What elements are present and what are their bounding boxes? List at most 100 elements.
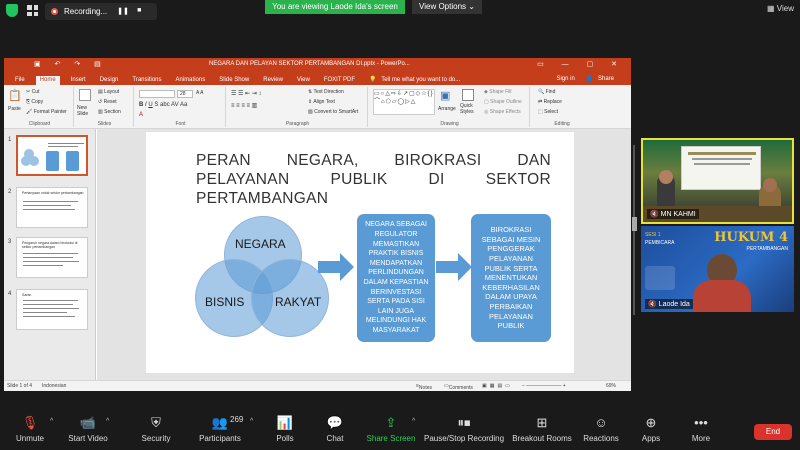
pause-recording-icon[interactable]: ❚❚: [117, 7, 129, 17]
quick-styles-icon[interactable]: [462, 89, 474, 101]
view-mode-buttons[interactable]: ▣▦▤▭: [482, 383, 513, 389]
slide[interactable]: PERAN NEGARA, BIROKRASI DAN PELAYANAN PU…: [146, 132, 574, 373]
menu-view[interactable]: View: [294, 77, 313, 85]
participant-video-laode-ida[interactable]: HUKUM 4 PERTAMBANGAN SESI 1 PEMBICARA 🔇 …: [641, 226, 794, 312]
copy-button[interactable]: ⎘ Copy: [26, 99, 43, 105]
grow-shrink-font[interactable]: A A: [196, 90, 204, 96]
signin-link[interactable]: Sign in: [553, 76, 577, 84]
quick-styles-button[interactable]: Quick Styles: [460, 103, 480, 115]
font-name-box[interactable]: [139, 90, 175, 98]
new-slide-icon[interactable]: [79, 89, 91, 101]
comments-label: Comments: [448, 385, 473, 391]
participants-options-chevron-icon[interactable]: ^: [250, 418, 253, 425]
breakout-label: Breakout Rooms: [512, 434, 572, 443]
view-options-button[interactable]: View Options ⌄: [412, 0, 482, 14]
menu-home[interactable]: Home: [35, 76, 60, 85]
editing-group: 🔍 Find ⇄ Replace ⬚ Select Editing: [532, 87, 592, 127]
zoom-slider[interactable]: − ——————— +: [522, 383, 566, 389]
shape-fill-button[interactable]: ◆ Shape Fill: [484, 89, 511, 95]
menu-insert[interactable]: Insert: [68, 77, 89, 85]
breakout-rooms-button[interactable]: ⊞ Breakout Rooms: [512, 412, 572, 450]
audio-options-chevron-icon[interactable]: ^: [50, 418, 53, 425]
gallery-grid-icon[interactable]: [27, 5, 38, 16]
quick-access-icons[interactable]: ▣ ↶ ↷ ▤: [34, 60, 107, 68]
share-screen-button[interactable]: ⇪ Share Screen: [364, 412, 418, 450]
text-direction-button[interactable]: ⇅ Text Direction: [308, 89, 344, 95]
menu-foxit-pdf[interactable]: FOXIT PDF: [321, 77, 358, 85]
slide-title[interactable]: PERAN NEGARA, BIROKRASI DAN PELAYANAN PU…: [196, 151, 551, 208]
security-shield-icon: ⛨: [151, 415, 161, 430]
arrange-button[interactable]: Arrange: [438, 106, 456, 112]
comments-button[interactable]: ▭ Comments: [444, 383, 473, 391]
font-color-button[interactable]: A: [139, 112, 143, 118]
video-options-chevron-icon[interactable]: ^: [106, 418, 109, 425]
share-options-chevron-icon[interactable]: ^: [412, 418, 415, 425]
notes-button[interactable]: ≡ Notes: [416, 383, 432, 391]
view-button[interactable]: ▦ View: [767, 4, 794, 13]
align-buttons[interactable]: ≡ ≡ ≡ ≡ ▥: [231, 102, 257, 109]
zoom-meeting-toolbar: 🎙 Unmute ^ 📹 Start Video ^ ⛨ Security 👥 …: [0, 412, 800, 450]
security-button[interactable]: ⛨ Security: [136, 412, 176, 450]
slide-thumbnail-3[interactable]: Pengaruh negara dalam birokrasi di sekto…: [16, 237, 88, 278]
menu-transitions[interactable]: Transitions: [129, 77, 164, 85]
venn-label-negara: NEGARA: [235, 237, 286, 251]
chat-button[interactable]: 💬 Chat: [320, 412, 350, 450]
slide-thumbnail-1[interactable]: [16, 135, 88, 176]
regulator-textbox[interactable]: NEGARA SEBAGAI REGULATOR MEMASTIKAN PRAK…: [357, 214, 435, 342]
format-painter-button[interactable]: 🖌 Format Painter: [26, 109, 67, 115]
menu-design[interactable]: Design: [97, 77, 122, 85]
clipboard-group: 📋 Paste ✂ Cut ⎘ Copy 🖌 Format Painter Cl…: [6, 87, 74, 127]
layout-button[interactable]: ▤ Layout: [98, 89, 119, 95]
select-button[interactable]: ⬚ Select: [538, 109, 558, 115]
align-text-label: Align Text: [313, 99, 335, 105]
new-slide-button[interactable]: New Slide: [77, 105, 97, 117]
polls-button[interactable]: 📊 Polls: [270, 412, 300, 450]
end-meeting-button[interactable]: End: [754, 424, 792, 440]
more-button[interactable]: ••• More: [686, 412, 716, 450]
reactions-button[interactable]: ☺ Reactions: [582, 412, 620, 450]
menu-slide-show[interactable]: Slide Show: [216, 77, 252, 85]
birokrasi-textbox[interactable]: BIROKRASI SEBAGAI MESIN PENGGERAK PELAYA…: [471, 214, 551, 342]
unmute-button[interactable]: 🎙 Unmute: [10, 412, 50, 450]
list-buttons[interactable]: ☰ ☰ ⇤ ⇥ ↕: [231, 90, 261, 97]
shape-effects-button[interactable]: ◎ Shape Effects: [484, 109, 521, 115]
participant-video-mn-kahmi[interactable]: 🔇 MN KAHMI: [641, 138, 794, 224]
arrange-icon[interactable]: ▣: [440, 89, 450, 102]
align-text-button[interactable]: ⇕ Align Text: [308, 99, 335, 105]
language-indicator[interactable]: Indonesian: [42, 383, 66, 389]
reset-button[interactable]: ↺ Reset: [98, 99, 117, 105]
slide-thumbnail-panel: 1 2 Pertanyaan untuk sektor pertambangan…: [4, 129, 96, 380]
tell-me-box[interactable]: 💡 Tell me what you want to do...: [366, 76, 466, 85]
shapes-gallery[interactable]: ▭○△⇨⇩↗▢◇☆{}⌒⌂⬠▱◯▷△: [373, 89, 435, 115]
font-format-buttons[interactable]: B I U S abc AV Aa: [139, 102, 187, 108]
zoom-level[interactable]: 69%: [606, 383, 616, 389]
video-panel-scrollbar[interactable]: [632, 145, 637, 315]
replace-button[interactable]: ⇄ Replace: [538, 99, 562, 105]
arrow-right-icon: [436, 253, 472, 281]
font-group: 28 A A B I U S abc AV Aa A Font: [136, 87, 226, 127]
menu-review[interactable]: Review: [260, 77, 286, 85]
cut-button[interactable]: ✂ Cut: [26, 89, 39, 95]
stop-recording-icon[interactable]: ■: [137, 7, 147, 17]
security-shield-icon[interactable]: [6, 4, 18, 17]
paragraph-group: ☰ ☰ ⇤ ⇥ ↕ ≡ ≡ ≡ ≡ ▥ ⇅ Text Direction ⇕ A…: [228, 87, 368, 127]
font-group-label: Font: [175, 121, 186, 127]
section-button[interactable]: ▥ Section: [98, 109, 121, 115]
slide-thumbnail-2[interactable]: Pertanyaan untuk sektor pertambangan: [16, 187, 88, 228]
menu-animations[interactable]: Animations: [173, 77, 209, 85]
paste-icon[interactable]: 📋: [8, 89, 22, 102]
convert-smartart-button[interactable]: ▧ Convert to SmartArt: [308, 109, 358, 115]
apps-button[interactable]: ⊕ Apps: [636, 412, 666, 450]
paste-button[interactable]: Paste: [8, 106, 21, 112]
shape-outline-button[interactable]: ▢ Shape Outline: [484, 99, 522, 105]
share-button[interactable]: 👤 Share: [583, 76, 620, 84]
pause-stop-recording-button[interactable]: ⏸⏹ Pause/Stop Recording: [424, 412, 504, 450]
window-controls[interactable]: ▭ — ▢ ✕: [537, 60, 625, 68]
menu-file[interactable]: File: [12, 77, 28, 85]
find-button[interactable]: 🔍 Find: [538, 89, 555, 95]
font-size-box[interactable]: 28: [177, 90, 193, 98]
thumb-text-line: [23, 201, 78, 202]
slide-thumbnail-4[interactable]: Saran: [16, 289, 88, 330]
reset-label: Reset: [103, 99, 117, 105]
ppt-window-title: NEGARA DAN PELAYAN SEKTOR PERTAMBANGAN D…: [209, 61, 410, 67]
